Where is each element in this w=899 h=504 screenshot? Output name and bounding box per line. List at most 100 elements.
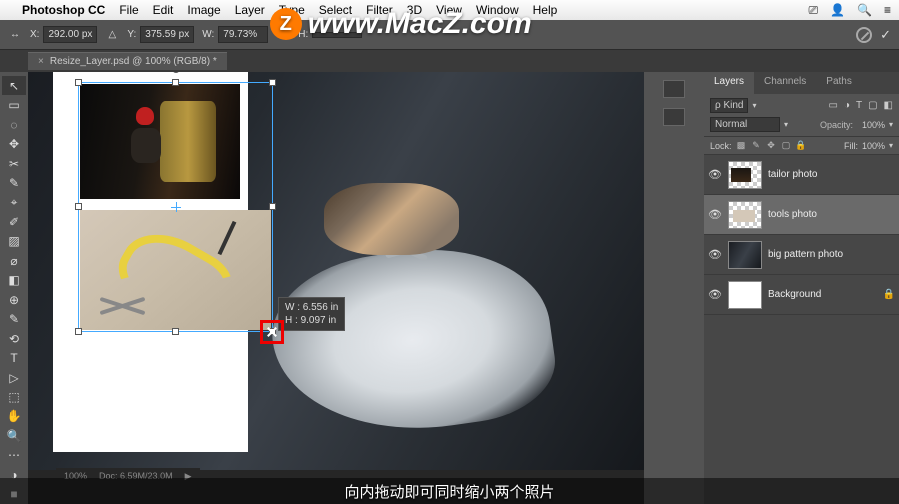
filter-type-icon[interactable]: T xyxy=(856,100,862,111)
document-tab[interactable]: × Resize_Layer.psd @ 100% (RGB/8) * xyxy=(28,52,227,70)
menu-window[interactable]: Window xyxy=(476,3,519,17)
close-tab-icon[interactable]: × xyxy=(38,56,44,67)
x-value[interactable]: 292.00 px xyxy=(43,26,97,43)
visibility-toggle[interactable]: 👁 xyxy=(708,208,722,221)
y-field[interactable]: Y: 375.59 px xyxy=(127,26,194,43)
tool-dodge[interactable]: ⟲ xyxy=(2,329,26,348)
layer-thumb[interactable] xyxy=(728,281,762,309)
h-field[interactable]: H: xyxy=(298,29,362,40)
lock-transparency-icon[interactable]: ▩ xyxy=(736,140,747,151)
h-value[interactable] xyxy=(312,32,362,38)
transform-bounding-box[interactable] xyxy=(78,82,273,332)
tool-stamp[interactable]: ▨ xyxy=(2,232,26,251)
layer-row[interactable]: 👁 big pattern photo xyxy=(704,235,899,275)
panels-dock: Layers Channels Paths ρ Kind ▾ ▭ ◑ T ▢ ◧… xyxy=(704,72,899,504)
tool-hand[interactable]: ✋ xyxy=(2,407,26,426)
panel-icon-2[interactable] xyxy=(663,108,685,126)
transform-center-icon[interactable] xyxy=(171,202,181,212)
handle-bottom-mid[interactable] xyxy=(172,328,179,335)
tool-blur[interactable]: ✎ xyxy=(2,309,26,328)
tool-quick-select[interactable]: ✥ xyxy=(2,134,26,153)
handle-mid-right[interactable] xyxy=(269,203,276,210)
filter-pixel-icon[interactable]: ▭ xyxy=(828,100,837,111)
tool-path[interactable]: ▷ xyxy=(2,368,26,387)
menu-file[interactable]: File xyxy=(119,3,138,17)
menu-3d[interactable]: 3D xyxy=(407,3,422,17)
cancel-transform-button[interactable] xyxy=(856,27,872,43)
w-label: W: xyxy=(202,29,214,40)
visibility-toggle[interactable]: 👁 xyxy=(708,168,722,181)
tool-move[interactable]: ↖ xyxy=(2,76,26,95)
tool-lasso[interactable]: ◌ xyxy=(2,115,26,134)
layer-thumb[interactable] xyxy=(728,161,762,189)
filter-shape-icon[interactable]: ▢ xyxy=(868,100,877,111)
visibility-toggle[interactable]: 👁 xyxy=(708,288,722,301)
layer-name[interactable]: Background xyxy=(768,289,821,300)
tool-type[interactable]: T xyxy=(2,348,26,367)
canvas[interactable]: W : 6.556 in H : 9.097 in 100% Doc: 6.59… xyxy=(28,72,644,504)
commit-transform-button[interactable]: ✓ xyxy=(880,27,891,43)
filter-smart-icon[interactable]: ◧ xyxy=(884,100,893,111)
opacity-label: Opacity: xyxy=(820,120,853,130)
link-icon[interactable]: ⚭ xyxy=(276,29,290,40)
layer-name[interactable]: big pattern photo xyxy=(768,249,843,260)
filter-adjust-icon[interactable]: ◑ xyxy=(844,100,850,111)
layer-name[interactable]: tools photo xyxy=(768,209,817,220)
menu-icon[interactable]: ≡ xyxy=(884,3,891,18)
layer-row[interactable]: 👁 tools photo xyxy=(704,195,899,235)
tool-marquee[interactable]: ▭ xyxy=(2,95,26,114)
handle-bottom-left[interactable] xyxy=(75,328,82,335)
lock-position-icon[interactable]: ✥ xyxy=(766,140,777,151)
menu-type[interactable]: Type xyxy=(279,3,305,17)
lock-artboard-icon[interactable]: ▢ xyxy=(781,140,792,151)
tool-eraser[interactable]: ◧ xyxy=(2,271,26,290)
menu-help[interactable]: Help xyxy=(533,3,558,17)
handle-top-right[interactable] xyxy=(269,79,276,86)
filter-kind-select[interactable]: ρ Kind xyxy=(710,98,748,113)
menu-edit[interactable]: Edit xyxy=(153,3,174,17)
menu-layer[interactable]: Layer xyxy=(235,3,265,17)
w-field[interactable]: W: 79.73% xyxy=(202,26,268,43)
lock-pixels-icon[interactable]: ✎ xyxy=(751,140,762,151)
lock-all-icon[interactable]: 🔒 xyxy=(796,140,807,151)
tool-shape[interactable]: ⬚ xyxy=(2,387,26,406)
layer-name[interactable]: tailor photo xyxy=(768,169,817,180)
tool-eyedropper[interactable]: ✎ xyxy=(2,173,26,192)
menu-select[interactable]: Select xyxy=(319,3,352,17)
y-value[interactable]: 375.59 px xyxy=(140,26,194,43)
spotlight-icon[interactable]: 🔍 xyxy=(857,3,872,18)
lock-icon: 🔒 xyxy=(883,289,895,300)
tool-zoom[interactable]: 🔍 xyxy=(2,426,26,445)
blend-mode-select[interactable]: Normal xyxy=(710,117,780,132)
panel-icon-1[interactable] xyxy=(663,80,685,98)
menu-filter[interactable]: Filter xyxy=(366,3,393,17)
app-name[interactable]: Photoshop CC xyxy=(22,3,105,17)
layer-row[interactable]: 👁 Background 🔒 xyxy=(704,275,899,315)
tab-channels[interactable]: Channels xyxy=(754,72,816,94)
tab-paths[interactable]: Paths xyxy=(816,72,862,94)
tool-healing[interactable]: ⌖ xyxy=(2,193,26,212)
w-value[interactable]: 79.73% xyxy=(218,26,268,43)
opacity-value[interactable]: 100% xyxy=(857,120,885,130)
handle-top-left[interactable] xyxy=(75,79,82,86)
menu-view[interactable]: View xyxy=(436,3,462,17)
handle-top-mid[interactable] xyxy=(172,79,179,86)
fill-value[interactable]: 100% xyxy=(862,141,885,151)
menu-image[interactable]: Image xyxy=(187,3,220,17)
layer-row[interactable]: 👁 tailor photo xyxy=(704,155,899,195)
ref-point-icon[interactable]: △ xyxy=(105,29,119,40)
tool-gradient[interactable]: ⊕ xyxy=(2,290,26,309)
status-user-icon[interactable]: 👤 xyxy=(830,3,845,18)
layer-thumb[interactable] xyxy=(728,241,762,269)
x-field[interactable]: X: 292.00 px xyxy=(30,26,97,43)
tool-crop[interactable]: ✂ xyxy=(2,154,26,173)
mac-menubar: Photoshop CC File Edit Image Layer Type … xyxy=(0,0,899,20)
tool-history-brush[interactable]: ⌀ xyxy=(2,251,26,270)
status-ext-icon[interactable]: ⎚ xyxy=(808,3,818,18)
tool-brush[interactable]: ✐ xyxy=(2,212,26,231)
tool-more[interactable]: ⋯ xyxy=(2,446,26,465)
handle-mid-left[interactable] xyxy=(75,203,82,210)
tab-layers[interactable]: Layers xyxy=(704,72,754,94)
visibility-toggle[interactable]: 👁 xyxy=(708,248,722,261)
layer-thumb[interactable] xyxy=(728,201,762,229)
